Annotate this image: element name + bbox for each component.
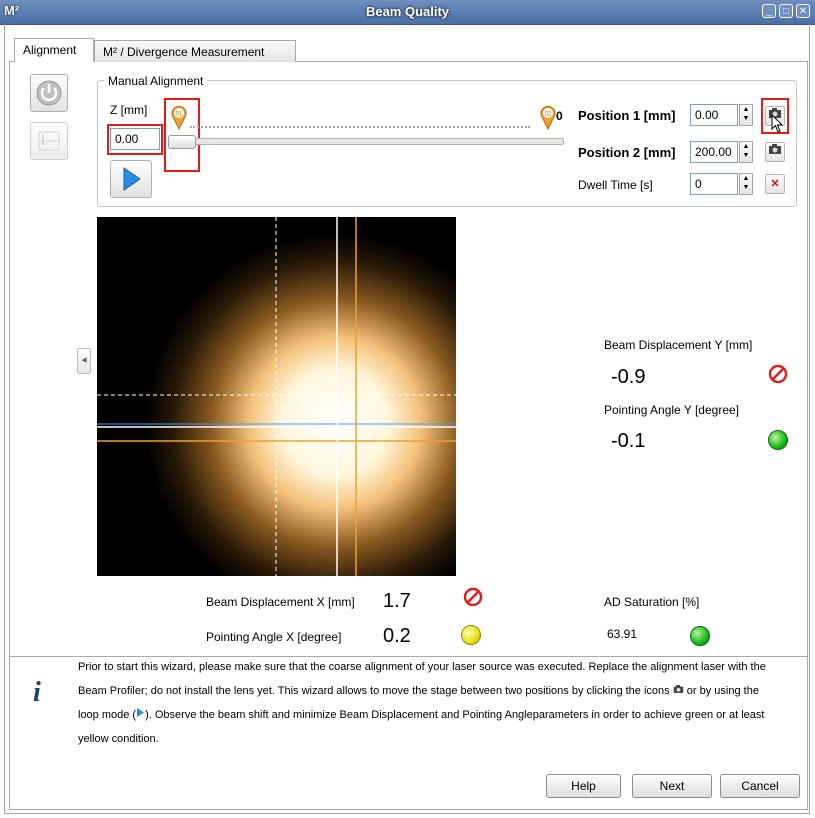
info-text: Prior to start this wizard, please make … xyxy=(78,655,793,751)
svg-text:02: 02 xyxy=(545,112,552,118)
camera-icon xyxy=(673,685,683,693)
svg-text:01: 01 xyxy=(176,112,183,118)
loop-play-button[interactable] xyxy=(110,160,152,198)
power-icon xyxy=(36,80,62,106)
collapse-handle-icon[interactable]: ◀ xyxy=(77,348,91,374)
disp-x-label: Beam Displacement X [mm] xyxy=(206,595,355,609)
help-button[interactable]: Help xyxy=(546,774,621,798)
disp-y-label: Beam Displacement Y [mm] xyxy=(604,338,753,352)
position1-label: Position 1 [mm] xyxy=(578,108,676,123)
dwell-input[interactable]: 0 xyxy=(690,173,738,195)
align-button[interactable] xyxy=(30,122,68,160)
align-icon xyxy=(38,131,60,151)
disp-y-status-forbidden-icon xyxy=(768,364,788,387)
power-button[interactable] xyxy=(30,74,68,112)
z-slider-handle[interactable] xyxy=(168,135,196,149)
z-label: Z [mm] xyxy=(110,103,148,117)
angle-y-value: -0.1 xyxy=(603,424,675,458)
marker-01-icon[interactable]: 01 xyxy=(169,104,189,133)
disp-x-status-forbidden-icon xyxy=(463,587,483,610)
window-title: Beam Quality xyxy=(365,4,450,19)
dwell-clear-button[interactable]: ✕ xyxy=(765,174,785,194)
info-line-4: yellow condition. xyxy=(78,733,159,745)
ad-saturation-label: AD Saturation [%] xyxy=(604,595,700,609)
close-icon[interactable]: ✕ xyxy=(796,4,810,18)
ad-saturation-status-green-icon xyxy=(690,626,710,646)
ad-saturation-value: 63.91 xyxy=(603,622,675,648)
play-icon xyxy=(123,167,141,191)
position2-spin[interactable]: ▲ ▼ xyxy=(739,141,753,163)
info-line-3: loop mode (). Observe the beam shift and… xyxy=(78,708,765,721)
cancel-button[interactable]: Cancel xyxy=(720,774,800,798)
angle-y-status-green-icon xyxy=(768,430,788,450)
group-title: Manual Alignment xyxy=(104,74,208,88)
slider-max-label: 0 xyxy=(556,109,563,123)
angle-x-status-yellow-icon xyxy=(461,625,481,645)
position1-input[interactable]: 0.00 xyxy=(690,104,738,126)
clear-x-icon: ✕ xyxy=(770,178,780,190)
info-icon: i xyxy=(33,677,41,708)
info-line-2: Beam Profiler; do not install the lens y… xyxy=(78,685,759,697)
angle-y-label: Pointing Angle Y [degree] xyxy=(604,403,739,417)
tab-alignment[interactable]: Alignment xyxy=(14,38,94,62)
angle-x-label: Pointing Angle X [degree] xyxy=(206,630,342,644)
maximize-icon[interactable]: □ xyxy=(779,4,793,18)
beam-profile-image xyxy=(97,217,456,576)
slider-ticks xyxy=(190,126,530,130)
marker-02-icon[interactable]: 02 xyxy=(538,104,558,133)
z-slider-track[interactable] xyxy=(178,138,564,145)
dwell-label: Dwell Time [s] xyxy=(578,178,653,192)
play-icon xyxy=(137,708,145,717)
position2-camera-button[interactable] xyxy=(765,142,785,162)
dwell-spin[interactable]: ▲ ▼ xyxy=(739,173,753,195)
camera-icon xyxy=(769,144,781,154)
position2-input[interactable]: 200.00 xyxy=(690,141,738,163)
mouse-cursor-icon xyxy=(771,113,785,137)
position2-label: Position 2 [mm] xyxy=(578,145,676,160)
info-line-1: Prior to start this wizard, please make … xyxy=(78,661,766,673)
disp-x-value: 1.7 xyxy=(375,584,445,618)
position1-spin[interactable]: ▲ ▼ xyxy=(739,104,753,126)
angle-x-value: 0.2 xyxy=(375,619,445,653)
disp-y-value: -0.9 xyxy=(603,360,675,394)
z-input[interactable]: 0.00 xyxy=(110,128,160,150)
next-button[interactable]: Next xyxy=(632,774,712,798)
minimize-icon[interactable]: _ xyxy=(762,4,776,18)
tab-m2-divergence[interactable]: M² / Divergence Measurement xyxy=(94,40,296,62)
